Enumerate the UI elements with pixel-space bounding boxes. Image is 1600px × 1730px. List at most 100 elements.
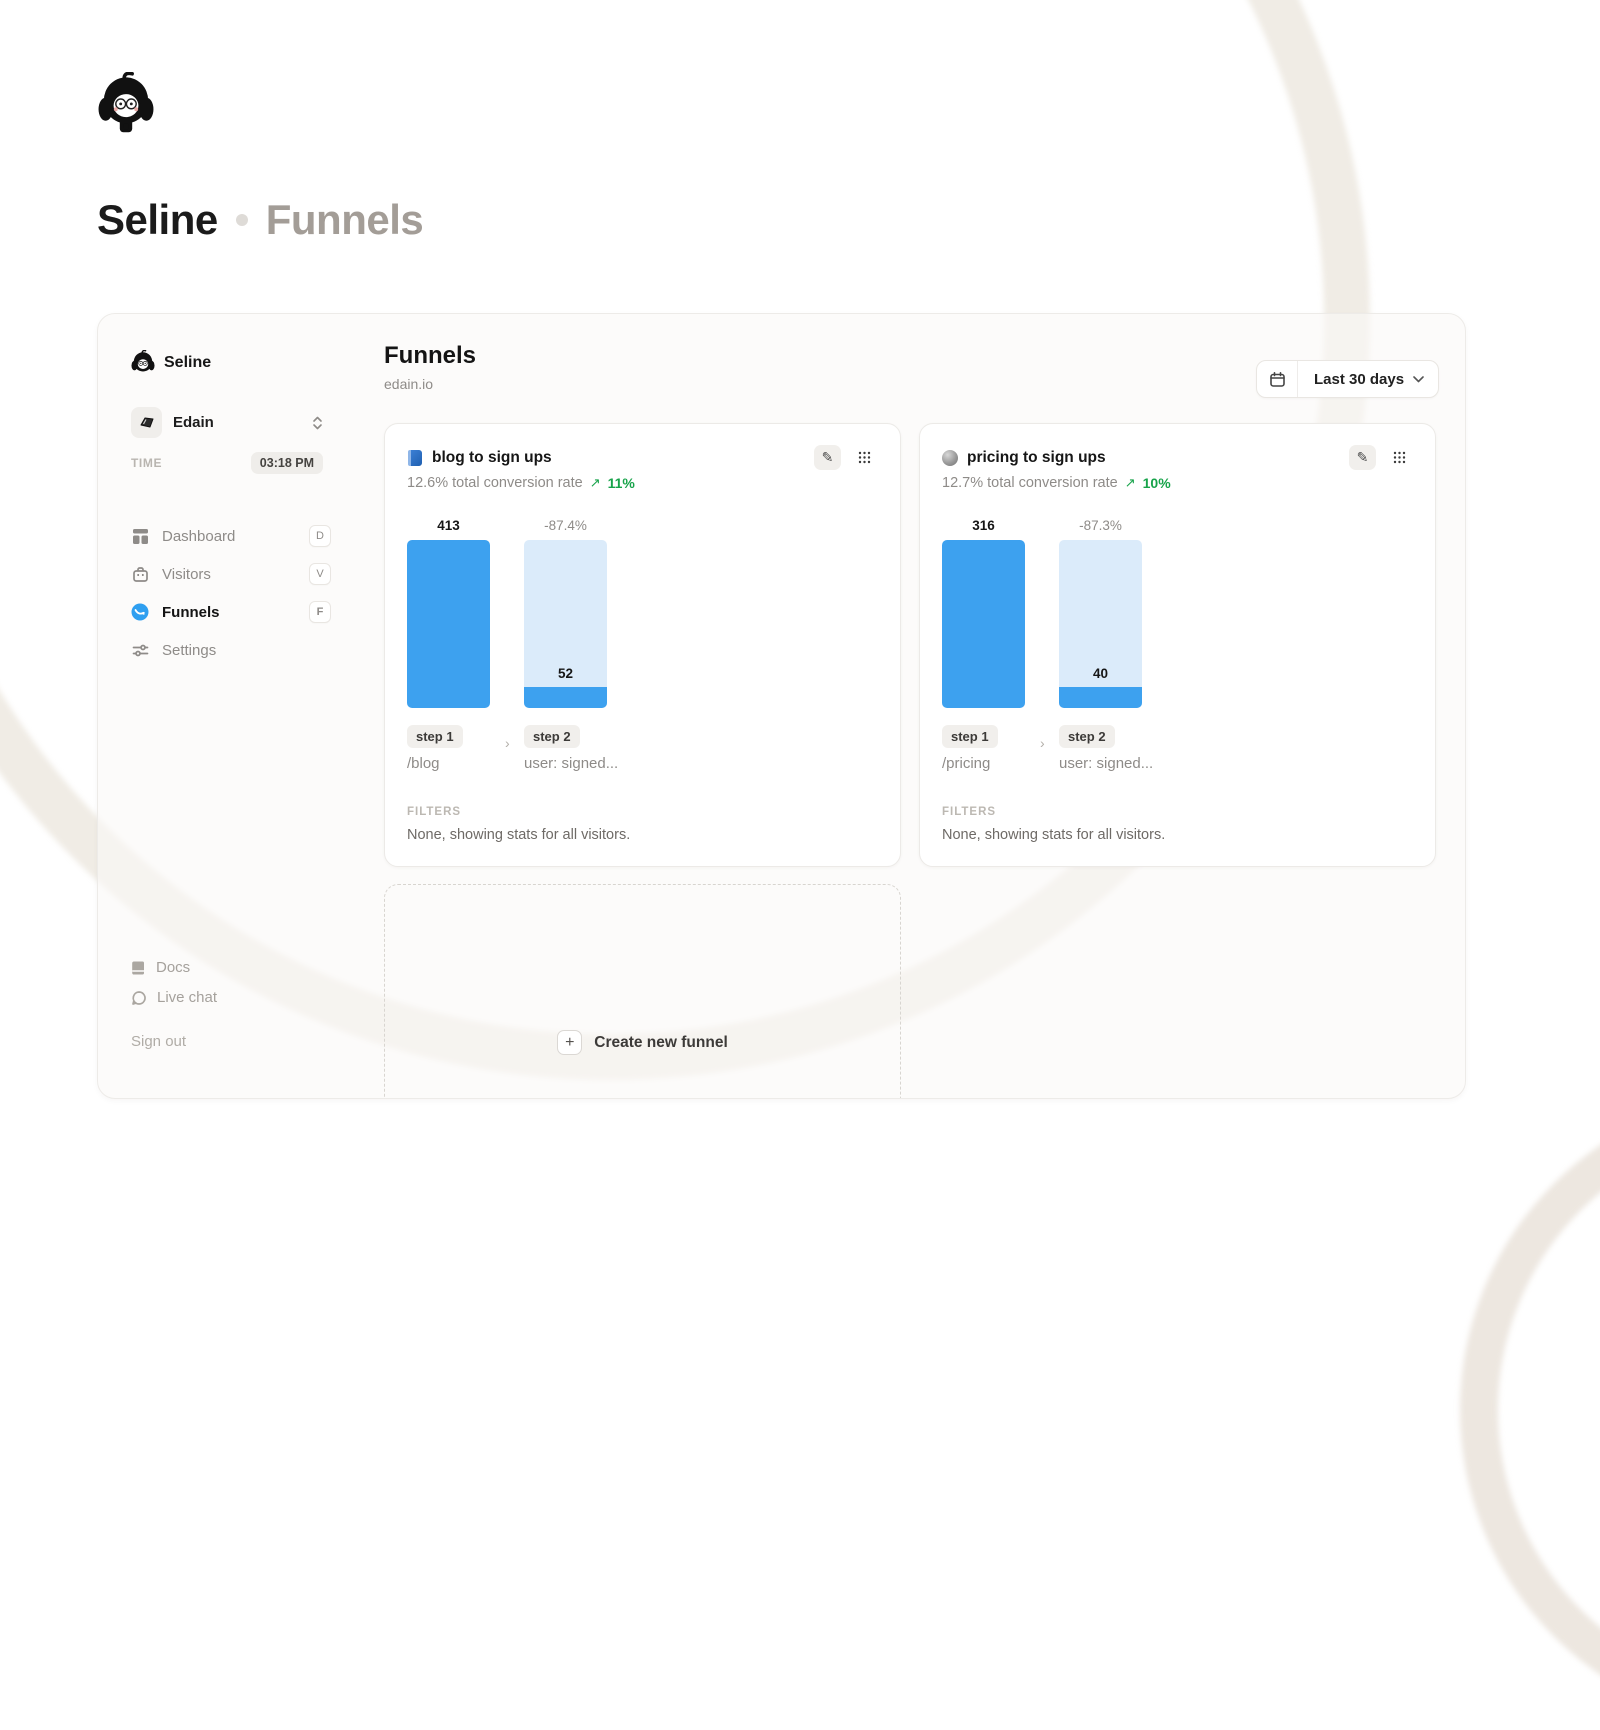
step-name: user: signed...	[524, 755, 618, 772]
section-title: Funnels	[384, 342, 476, 370]
time-label: TIME	[131, 456, 162, 470]
bar-value-label: 316	[942, 518, 1025, 533]
shortcut-badge: D	[309, 525, 331, 547]
trend-percent: 10%	[1143, 475, 1171, 491]
settings-icon	[131, 642, 149, 659]
drag-handle[interactable]	[1386, 445, 1413, 470]
seline-logo	[97, 72, 155, 134]
edit-funnel-button[interactable]: ✎	[1349, 445, 1376, 470]
moon-icon	[942, 450, 958, 466]
live-chat-label: Live chat	[157, 989, 217, 1006]
dashboard-icon	[131, 528, 149, 545]
funnel-bar-step1	[942, 540, 1025, 708]
shortcut-badge: F	[309, 601, 331, 623]
sidebar-item-visitors[interactable]: Visitors V	[131, 555, 331, 593]
step-name: /blog	[407, 755, 440, 772]
chat-bubble-icon	[131, 990, 147, 1006]
visitors-icon	[131, 566, 149, 583]
grid-dots-icon	[1393, 451, 1406, 464]
chevron-down-icon	[1413, 376, 1424, 383]
funnel-card-blog: blog to sign ups ✎ 12.6% total conversio…	[384, 423, 901, 867]
page-title: Seline Funnels	[97, 196, 423, 244]
sidebar-item-settings[interactable]: Settings	[131, 631, 331, 669]
step-badge: step 1	[942, 725, 998, 748]
workspace-selector[interactable]: Edain	[131, 407, 323, 438]
funnel-bar-step2: 52	[524, 540, 607, 708]
create-funnel-button[interactable]: + Create new funnel	[385, 1030, 900, 1055]
seline-logo-small	[131, 350, 155, 376]
funnel-name: blog to sign ups	[432, 449, 814, 467]
sidebar-item-label: Settings	[162, 642, 331, 659]
page-title-primary: Seline	[97, 196, 218, 244]
time-row: TIME 03:18 PM	[131, 452, 323, 474]
background-swirl-small	[1460, 1090, 1600, 1730]
sidebar-item-dashboard[interactable]: Dashboard D	[131, 517, 331, 555]
step-badge: step 1	[407, 725, 463, 748]
workspace-icon	[131, 407, 162, 438]
sidebar-footer: Docs Live chat Sign out	[131, 959, 217, 1050]
chevron-up-down-icon	[312, 415, 323, 431]
bar-fill	[524, 687, 607, 708]
pencil-icon: ✎	[822, 449, 834, 466]
sidebar-brand-label: Seline	[164, 354, 211, 372]
date-range-button[interactable]: Last 30 days	[1298, 361, 1438, 397]
bar-fill	[1059, 687, 1142, 708]
shortcut-badge: V	[309, 563, 331, 585]
step-badge: step 2	[524, 725, 580, 748]
bar-drop-label: -87.3%	[1059, 518, 1142, 533]
bar-fill-value: 52	[524, 666, 607, 681]
filters-text: None, showing stats for all visitors.	[942, 827, 1413, 843]
filters-text: None, showing stats for all visitors.	[407, 827, 878, 843]
funnel-card-pricing: pricing to sign ups ✎ 12.7% total conver…	[919, 423, 1436, 867]
funnel-bars: 52	[407, 540, 878, 708]
conversion-rate-text: 12.7% total conversion rate	[942, 475, 1118, 491]
chevron-right-icon: ›	[1040, 735, 1045, 751]
funnel-bar-step2: 40	[1059, 540, 1142, 708]
pencil-icon: ✎	[1357, 449, 1369, 466]
drag-handle[interactable]	[851, 445, 878, 470]
docs-label: Docs	[156, 959, 190, 976]
trending-up-icon: ↗	[590, 475, 601, 491]
trending-up-icon: ↗	[1125, 475, 1136, 491]
sidebar-nav: Dashboard D Visitors V	[131, 517, 331, 669]
docs-link[interactable]: Docs	[131, 959, 217, 976]
date-range-label: Last 30 days	[1314, 371, 1404, 388]
funnel-name: pricing to sign ups	[967, 449, 1349, 467]
funnel-bar-step1	[407, 540, 490, 708]
trend-percent: 11%	[608, 475, 635, 491]
step-name: /pricing	[942, 755, 990, 772]
conversion-rate-text: 12.6% total conversion rate	[407, 475, 583, 491]
live-chat-link[interactable]: Live chat	[131, 989, 217, 1006]
sidebar-brand[interactable]: Seline	[131, 350, 384, 376]
funnel-bars: 40	[942, 540, 1413, 708]
time-value-badge: 03:18 PM	[251, 452, 323, 474]
grid-dots-icon	[858, 451, 871, 464]
date-range-picker[interactable]: Last 30 days	[1256, 360, 1439, 398]
site-domain: edain.io	[384, 376, 433, 392]
bar-value-label: 413	[407, 518, 490, 533]
sign-out-link[interactable]: Sign out	[131, 1033, 217, 1050]
docs-icon	[131, 960, 146, 976]
create-funnel-dropzone: + Create new funnel	[384, 884, 901, 1099]
sidebar: Seline Edain TIME 03:18 PM	[98, 314, 384, 1098]
sidebar-item-funnels[interactable]: Funnels F	[131, 593, 331, 631]
title-separator-dot	[236, 214, 248, 226]
bar-fill-value: 40	[1059, 666, 1142, 681]
sidebar-item-label: Visitors	[162, 566, 296, 583]
sidebar-item-label: Dashboard	[162, 528, 296, 545]
funnels-icon	[131, 603, 149, 621]
filters-label: FILTERS	[407, 806, 878, 818]
chevron-right-icon: ›	[505, 735, 510, 751]
blue-book-icon	[408, 450, 422, 466]
page-title-secondary: Funnels	[266, 196, 424, 244]
bar-drop-label: -87.4%	[524, 518, 607, 533]
app-window: Seline Edain TIME 03:18 PM	[97, 313, 1466, 1099]
edit-funnel-button[interactable]: ✎	[814, 445, 841, 470]
calendar-icon	[1269, 371, 1286, 388]
calendar-button[interactable]	[1257, 361, 1298, 397]
workspace-name: Edain	[173, 414, 301, 431]
plus-icon: +	[557, 1030, 582, 1055]
sidebar-item-label: Funnels	[162, 604, 296, 621]
step-name: user: signed...	[1059, 755, 1153, 772]
step-badge: step 2	[1059, 725, 1115, 748]
